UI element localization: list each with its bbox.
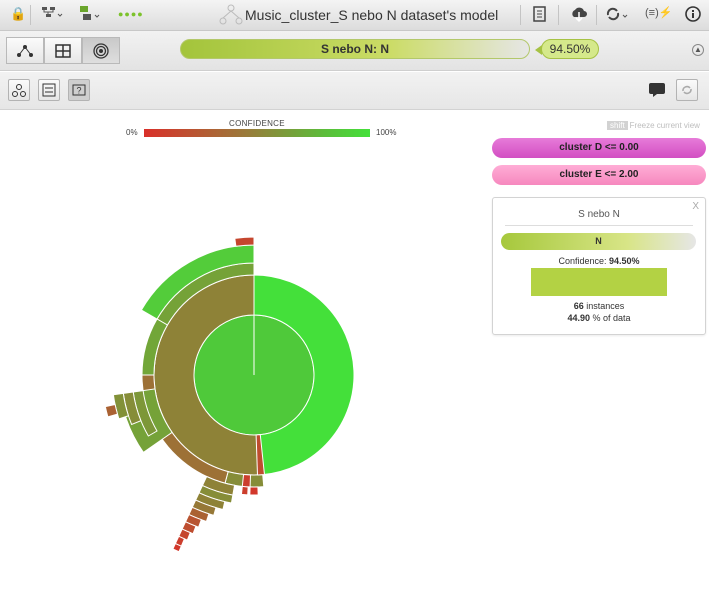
sunburst-leaf[interactable] xyxy=(241,473,252,488)
sunburst-leaf[interactable] xyxy=(240,485,249,496)
sunburst-root[interactable] xyxy=(193,314,315,436)
sunburst-leaf[interactable] xyxy=(104,403,119,418)
sunburst-leaf[interactable] xyxy=(249,486,259,496)
sunburst-chart[interactable] xyxy=(0,0,709,590)
sunburst-node[interactable] xyxy=(234,236,255,247)
